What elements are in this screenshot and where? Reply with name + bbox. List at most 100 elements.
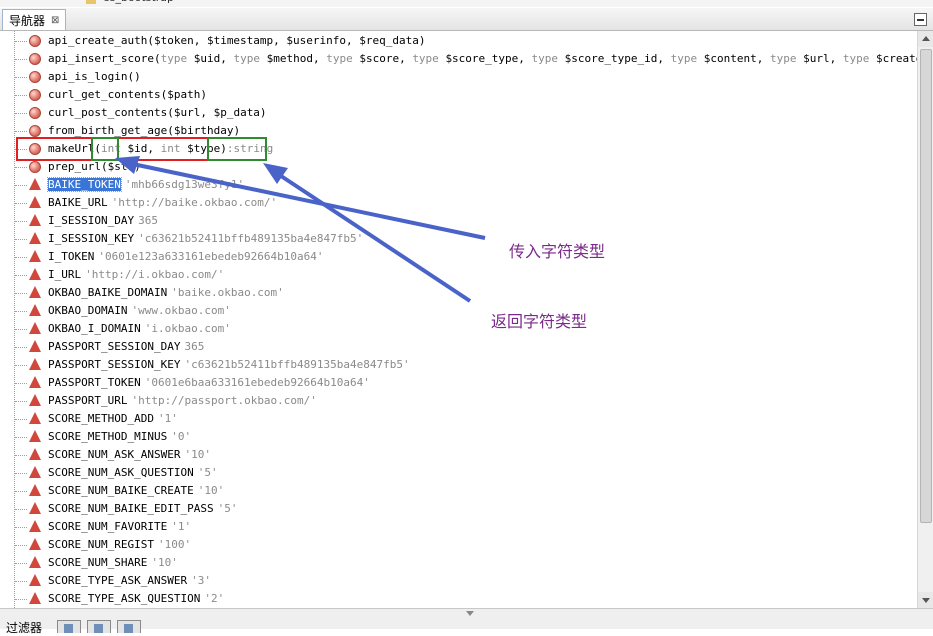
constant-name: OKBAO_DOMAIN — [48, 304, 128, 317]
tree-connector — [15, 41, 27, 42]
collapse-arrow-icon[interactable] — [466, 611, 474, 616]
filter-button-2[interactable] — [87, 620, 111, 633]
type-keyword: type — [233, 52, 267, 65]
function-params: ($token, $timestamp, $userinfo, $req_dat… — [147, 34, 426, 47]
tree-connector — [15, 167, 27, 168]
function-name: api_create_auth — [48, 34, 148, 47]
type-keyword: type — [412, 52, 446, 65]
constant-value: '1' — [171, 520, 192, 533]
tree-item-text: BAIKE_TOKEN'mhb66sdg13we3fy1' — [47, 176, 244, 194]
function-name: from_birth_get_age — [48, 124, 168, 137]
tab-navigator[interactable]: 导航器 ⊠ — [2, 9, 67, 30]
constant-tree-item[interactable]: SCORE_NUM_SHARE '10' — [0, 554, 917, 572]
constant-icon — [29, 556, 41, 568]
constant-tree-item[interactable]: SCORE_METHOD_MINUS '0' — [0, 428, 917, 446]
constant-icon — [29, 376, 41, 388]
constant-icon — [29, 520, 41, 532]
scrollbar-thumb[interactable] — [920, 49, 932, 523]
navigator-header: 导航器 ⊠ — [0, 8, 933, 31]
constant-name: SCORE_TYPE_ASK_ANSWER — [48, 574, 188, 587]
constant-value: '1' — [157, 412, 178, 425]
tree-connector — [15, 113, 27, 114]
function-params: ( — [153, 52, 161, 65]
constant-tree-item[interactable]: BAIKE_URL'http://baike.okbao.com/' — [0, 194, 917, 212]
constant-value: 'c63621b52411bffb489135ba4e847fb5' — [138, 232, 364, 245]
tree-connector — [15, 293, 27, 294]
constant-tree-item[interactable]: SCORE_NUM_REGIST '100' — [0, 536, 917, 554]
tree-item-text: api_is_login() — [48, 68, 141, 86]
function-params: ($str) — [100, 160, 141, 173]
tree-connector — [15, 77, 27, 78]
constant-tree-item[interactable]: I_SESSION_DAY 365 — [0, 212, 917, 230]
constant-tree-item[interactable]: SCORE_NUM_ASK_QUESTION '5' — [0, 464, 917, 482]
tree-item-text: SCORE_NUM_ASK_QUESTION '5' — [48, 464, 218, 482]
tree-connector — [15, 347, 27, 348]
tree-item-text: I_TOKEN '0601e123a633161ebedeb92664b10a64… — [48, 248, 324, 266]
function-params: $score_type, — [445, 52, 532, 65]
constant-tree-item[interactable]: SCORE_NUM_BAIKE_CREATE '10' — [0, 482, 917, 500]
navigator-footer: 过滤器 — [0, 608, 933, 635]
constant-tree-item[interactable]: BAIKE_TOKEN'mhb66sdg13we3fy1' — [0, 176, 917, 194]
constant-tree-item[interactable]: I_URL'http://i.okbao.com/' — [0, 266, 917, 284]
constant-tree-item[interactable]: OKBAO_BAIKE_DOMAIN'baike.okbao.com' — [0, 284, 917, 302]
function-icon — [29, 35, 41, 47]
constant-name: OKBAO_I_DOMAIN — [48, 322, 141, 335]
constant-icon — [29, 304, 41, 316]
function-name: api_is_login — [48, 70, 128, 83]
constant-icon — [29, 340, 41, 352]
constant-name: BAIKE_TOKEN — [47, 177, 122, 192]
constant-tree-item[interactable]: PASSPORT_TOKEN '0601e6baa633161ebedeb9266… — [0, 374, 917, 392]
constant-tree-item[interactable]: PASSPORT_URL'http://passport.okbao.com/' — [0, 392, 917, 410]
filter-button-3[interactable] — [117, 620, 141, 633]
constant-tree-item[interactable]: SCORE_NUM_BAIKE_EDIT_PASS '5' — [0, 500, 917, 518]
constant-name: SCORE_NUM_SHARE — [48, 556, 148, 569]
constant-icon — [29, 322, 41, 334]
function-tree-item[interactable]: curl_get_contents($path) — [0, 86, 917, 104]
constant-tree-item[interactable]: SCORE_METHOD_ADD '1' — [0, 410, 917, 428]
function-params: $url, — [803, 52, 843, 65]
vertical-scrollbar[interactable] — [917, 31, 933, 608]
function-tree-item[interactable]: api_is_login() — [0, 68, 917, 86]
function-params: $create_time) — [875, 52, 917, 65]
constant-tree-item[interactable]: OKBAO_DOMAIN'www.okbao.com' — [0, 302, 917, 320]
function-tree-item[interactable]: api_insert_score(type $uid, type $method… — [0, 50, 917, 68]
constant-tree-item[interactable]: SCORE_TYPE_ASK_QUESTION '2' — [0, 590, 917, 608]
constant-icon — [29, 232, 41, 244]
constant-name: SCORE_TYPE_ASK_QUESTION — [48, 592, 201, 605]
annotation-return-type: 返回字符类型 — [491, 312, 588, 331]
minimize-button[interactable] — [914, 13, 927, 26]
constant-value: '10' — [184, 448, 211, 461]
tree-item-text: SCORE_NUM_BAIKE_EDIT_PASS '5' — [48, 500, 237, 518]
constant-value: 'i.okbao.com' — [144, 322, 231, 335]
constant-value: '5' — [197, 466, 218, 479]
scroll-down-icon[interactable] — [918, 592, 933, 608]
constant-name: SCORE_NUM_ASK_ANSWER — [48, 448, 181, 461]
tree-item-text: curl_post_contents($url, $p_data) — [48, 104, 267, 122]
constant-tree-item[interactable]: I_TOKEN '0601e123a633161ebedeb92664b10a64… — [0, 248, 917, 266]
tree-connector — [15, 437, 27, 438]
tree-connector — [15, 401, 27, 402]
tree-connector — [15, 131, 27, 132]
tree-connector — [15, 185, 27, 186]
function-tree-item[interactable]: api_create_auth($token, $timestamp, $use… — [0, 32, 917, 50]
constant-name: SCORE_METHOD_ADD — [48, 412, 154, 425]
function-params: ($path) — [160, 88, 207, 101]
scroll-up-icon[interactable] — [918, 31, 933, 47]
constant-value: 365 — [138, 214, 158, 227]
tree-connector — [15, 95, 27, 96]
tree-item-text: api_create_auth($token, $timestamp, $use… — [48, 32, 426, 50]
close-icon[interactable]: ⊠ — [51, 15, 59, 26]
constant-tree-item[interactable]: I_SESSION_KEY'c63621b52411bffb489135ba4e… — [0, 230, 917, 248]
constant-tree-item[interactable]: OKBAO_I_DOMAIN'i.okbao.com' — [0, 320, 917, 338]
constant-tree-item[interactable]: SCORE_NUM_FAVORITE '1' — [0, 518, 917, 536]
constant-tree-item[interactable]: SCORE_TYPE_ASK_ANSWER '3' — [0, 572, 917, 590]
constant-tree-item[interactable]: SCORE_NUM_ASK_ANSWER '10' — [0, 446, 917, 464]
tree-item-text: api_insert_score(type $uid, type $method… — [48, 50, 917, 68]
tree-connector — [15, 365, 27, 366]
function-tree-item[interactable]: curl_post_contents($url, $p_data) — [0, 104, 917, 122]
constant-tree-item[interactable]: PASSPORT_SESSION_DAY 365 — [0, 338, 917, 356]
constant-tree-item[interactable]: PASSPORT_SESSION_KEY'c63621b52411bffb489… — [0, 356, 917, 374]
function-name: curl_post_contents — [48, 106, 168, 119]
filter-button-1[interactable] — [57, 620, 81, 633]
constant-name: PASSPORT_SESSION_KEY — [48, 358, 181, 371]
